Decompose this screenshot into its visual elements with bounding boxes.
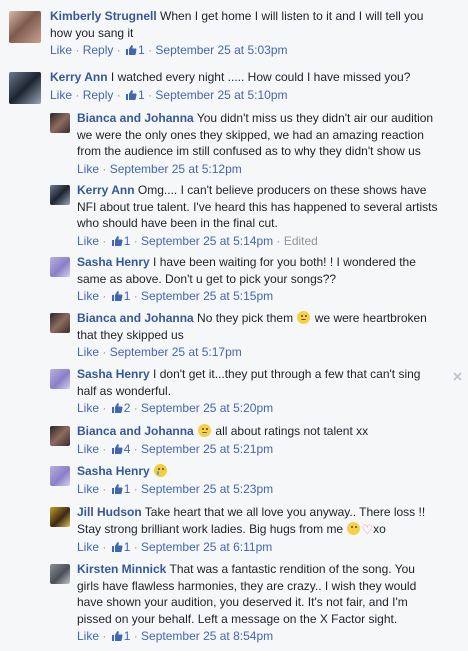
- author-name[interactable]: Bianca and Johanna: [77, 424, 194, 438]
- thumbs-up-icon[interactable]: [125, 89, 137, 106]
- timestamp[interactable]: September 25 at 8:54pm: [141, 629, 273, 643]
- timestamp[interactable]: September 25 at 5:23pm: [141, 482, 273, 496]
- timestamp[interactable]: September 25 at 5:10pm: [155, 88, 287, 102]
- avatar[interactable]: [50, 426, 70, 446]
- like-link[interactable]: Like: [77, 629, 99, 643]
- sad-face-emoji-icon: [297, 311, 311, 324]
- timestamp[interactable]: September 25 at 5:20pm: [141, 401, 273, 415]
- author-name[interactable]: Jill Hudson: [77, 505, 142, 519]
- author-name[interactable]: Kirsten Minnick: [77, 562, 166, 576]
- like-link[interactable]: Like: [77, 289, 99, 303]
- timestamp[interactable]: September 25 at 5:15pm: [141, 289, 273, 303]
- crying-face-emoji-icon: [154, 464, 168, 477]
- reply-link[interactable]: Reply: [83, 88, 114, 102]
- author-name[interactable]: Kerry Ann: [77, 183, 135, 197]
- timestamp[interactable]: September 25 at 6:11pm: [141, 540, 272, 554]
- author-name[interactable]: Sasha Henry: [77, 367, 150, 381]
- avatar[interactable]: [50, 564, 70, 584]
- like-link[interactable]: Like: [77, 482, 99, 496]
- like-link[interactable]: Like: [77, 401, 99, 415]
- thumbs-up-icon[interactable]: [111, 443, 123, 460]
- author-name[interactable]: Bianca and Johanna: [77, 311, 194, 325]
- comment-text: No they pick them: [197, 311, 294, 325]
- comment-text: I watched every night ..... How could I …: [110, 70, 411, 84]
- author-name[interactable]: Sasha Henry: [77, 255, 150, 269]
- timestamp[interactable]: September 25 at 5:03pm: [155, 43, 287, 57]
- like-link[interactable]: Like: [77, 345, 99, 359]
- like-link[interactable]: Like: [77, 234, 99, 248]
- author-name[interactable]: Kerry Ann: [50, 70, 108, 84]
- thumbs-up-icon[interactable]: [111, 402, 123, 419]
- like-count[interactable]: 1: [138, 88, 145, 102]
- thumbs-up-icon[interactable]: [111, 630, 123, 647]
- avatar[interactable]: [50, 257, 70, 277]
- author-name[interactable]: Kimberly Strugnell: [50, 9, 157, 23]
- comment-text: xo: [373, 521, 386, 536]
- thumbs-up-icon[interactable]: [125, 44, 137, 61]
- like-link[interactable]: Like: [50, 88, 72, 102]
- timestamp[interactable]: September 25 at 5:14pm: [141, 234, 273, 248]
- comment-thread: Kimberly Strugnell When I get home I wil…: [0, 0, 468, 651]
- close-icon[interactable]: [453, 370, 462, 384]
- avatar[interactable]: [50, 369, 70, 389]
- timestamp[interactable]: September 25 at 5:21pm: [141, 442, 273, 456]
- avatar[interactable]: [9, 72, 41, 104]
- avatar[interactable]: [50, 313, 70, 333]
- reply-link[interactable]: Reply: [83, 43, 114, 57]
- thumbs-up-icon[interactable]: [111, 541, 123, 558]
- thumbs-up-icon[interactable]: [111, 483, 123, 500]
- like-count[interactable]: 1: [138, 43, 145, 57]
- sad-face-emoji-icon: [198, 424, 212, 437]
- avatar[interactable]: [9, 11, 41, 43]
- thumbs-up-icon[interactable]: [111, 235, 123, 252]
- thumbs-up-icon[interactable]: [111, 290, 123, 307]
- like-link[interactable]: Like: [77, 540, 99, 554]
- smile-emoji-icon: [347, 521, 361, 535]
- avatar[interactable]: [50, 466, 70, 486]
- author-name[interactable]: Sasha Henry: [77, 464, 150, 478]
- like-link[interactable]: Like: [50, 43, 72, 57]
- avatar[interactable]: [50, 185, 70, 205]
- heart-icon: ♡: [361, 521, 374, 537]
- like-link[interactable]: Like: [77, 162, 99, 176]
- comment-text: all about ratings not talent xx: [215, 424, 369, 438]
- timestamp[interactable]: September 25 at 5:17pm: [110, 345, 242, 359]
- author-name[interactable]: Bianca and Johanna: [77, 111, 194, 125]
- timestamp[interactable]: September 25 at 5:12pm: [110, 162, 242, 176]
- edited-label[interactable]: Edited: [284, 234, 318, 248]
- avatar[interactable]: [50, 113, 70, 133]
- avatar[interactable]: [50, 507, 70, 527]
- like-link[interactable]: Like: [77, 442, 99, 456]
